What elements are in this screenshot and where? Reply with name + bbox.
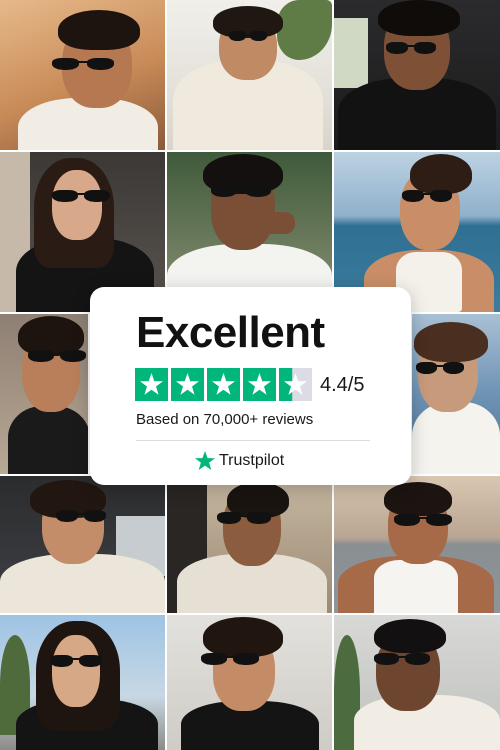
photo-tile-7 [0, 314, 88, 474]
review-card: Excellent 4.4/5 Based on 70,000+ reviews… [90, 287, 411, 485]
photo-tile-13 [167, 615, 332, 750]
review-count: Based on 70,000+ reviews [136, 411, 314, 428]
photo-tile-14 [334, 615, 500, 750]
star-rating [135, 368, 312, 401]
rating-headline: Excellent [136, 308, 325, 357]
star-icon [171, 368, 204, 401]
star-icon [135, 368, 168, 401]
photo-tile-9 [0, 476, 165, 613]
photo-tile-8 [412, 314, 500, 474]
rating-score: 4.4/5 [320, 374, 365, 396]
star-icon [243, 368, 276, 401]
card-divider [136, 440, 370, 441]
photo-tile-11 [334, 476, 500, 613]
photo-tile-2 [167, 0, 332, 150]
star-icon [207, 368, 240, 401]
trustpilot-wordmark: Trustpilot [219, 452, 285, 469]
trustpilot-star-icon [195, 451, 215, 470]
photo-tile-10 [167, 476, 332, 613]
photo-tile-1 [0, 0, 165, 150]
photo-tile-3 [334, 0, 500, 150]
trustpilot-logo: Trustpilot [194, 449, 284, 473]
partial-star-icon [279, 368, 312, 401]
photo-tile-12 [0, 615, 165, 750]
